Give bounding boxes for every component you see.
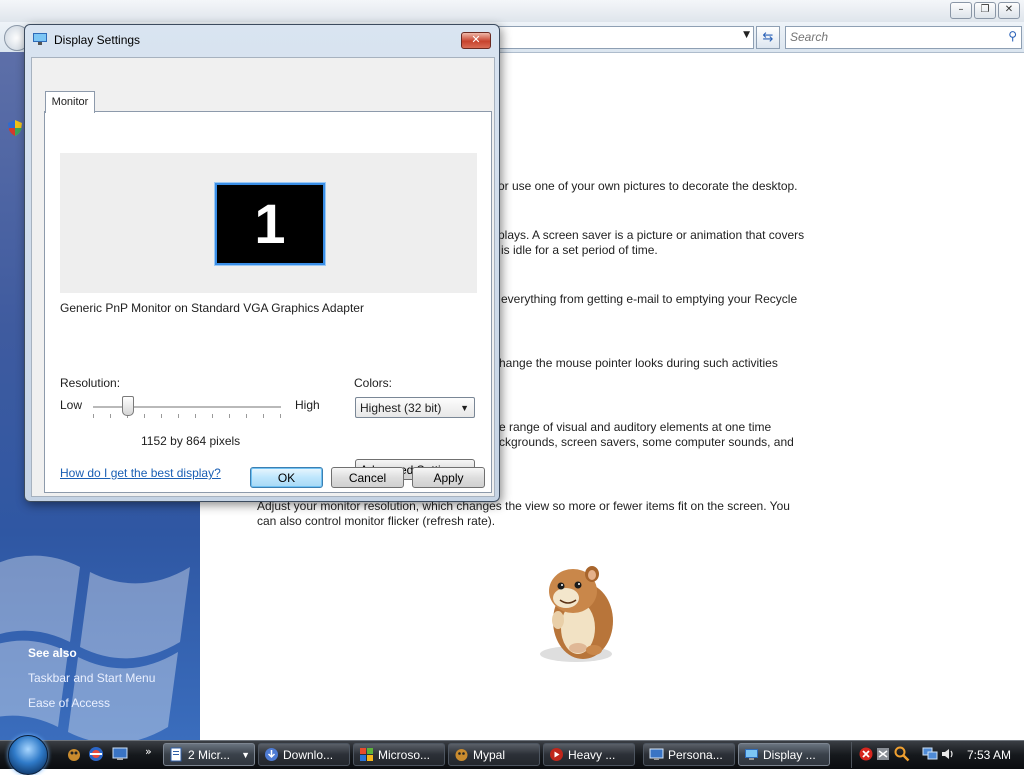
minimize-button[interactable]: – xyxy=(950,2,972,19)
personalize-icon xyxy=(649,748,664,760)
monitor-tab-panel: 1 Generic PnP Monitor on Standard VGA Gr… xyxy=(44,111,492,493)
ok-button[interactable]: OK xyxy=(250,467,323,488)
resolution-label: Resolution: xyxy=(60,376,121,390)
taskbar-button-downloads[interactable]: Downlo... xyxy=(258,743,350,766)
chevron-down-icon: ▼ xyxy=(460,403,469,413)
window-titlebar: – ❐ ✕ xyxy=(0,0,1024,23)
apply-button[interactable]: Apply xyxy=(412,467,485,488)
taskbar-button-display-settings[interactable]: Display ... xyxy=(738,743,830,766)
close-button[interactable]: ✕ xyxy=(461,32,491,49)
system-tray: 7:53 AM xyxy=(851,742,1024,768)
resolution-slider-thumb[interactable] xyxy=(122,396,134,416)
browser-icon xyxy=(455,749,468,761)
security-alert-icon[interactable] xyxy=(859,747,873,761)
show-desktop-icon[interactable] xyxy=(112,746,128,762)
display-settings-dialog: Display Settings ✕ Monitor 1 Generic PnP… xyxy=(24,24,500,502)
display-icon xyxy=(33,33,47,45)
close-button[interactable]: ✕ xyxy=(998,2,1020,19)
shield-icon xyxy=(8,120,22,136)
search-icon[interactable]: ⚲ xyxy=(1008,29,1017,43)
taskbar-button-label: 2 Micr... xyxy=(188,748,231,762)
media-icon xyxy=(550,748,563,761)
taskbar-button-label: Display ... xyxy=(763,748,816,762)
colors-dropdown[interactable]: Highest (32 bit) ▼ xyxy=(355,397,475,418)
cancel-button[interactable]: Cancel xyxy=(331,467,404,488)
taskbar-button-label: Persona... xyxy=(668,748,723,762)
display-settings-description: can also control monitor flicker (refres… xyxy=(257,514,496,528)
office-icon xyxy=(360,748,373,761)
refresh-icon: ⇆ xyxy=(762,30,774,45)
slider-high-label: High xyxy=(295,398,320,412)
quick-launch-app-icon[interactable] xyxy=(66,746,82,762)
content-text: plays. A screen saver is a picture or an… xyxy=(498,228,805,242)
refresh-button[interactable]: ⇆ xyxy=(756,26,780,49)
taskbar-button-mypal[interactable]: Mypal xyxy=(448,743,540,766)
display-icon xyxy=(745,749,758,760)
taskbar: » 2 Micr... ▼ Downlo... Microso... Mypal… xyxy=(0,735,1024,775)
slider-ticks xyxy=(93,414,281,418)
content-text: e range of visual and auditory elements … xyxy=(499,420,772,434)
content-text: is idle for a set period of time. xyxy=(501,243,658,257)
maximize-button[interactable]: ❐ xyxy=(974,2,996,19)
content-text: or use one of your own pictures to decor… xyxy=(498,179,798,193)
tab-monitor[interactable]: Monitor xyxy=(45,91,95,113)
see-also-heading: See also xyxy=(28,646,77,660)
volume-icon[interactable] xyxy=(941,747,955,761)
address-field[interactable]: ▼ xyxy=(496,26,754,49)
taskbar-button-label: Heavy ... xyxy=(568,748,616,762)
system-clock[interactable]: 7:53 AM xyxy=(967,748,1011,762)
best-display-help-link[interactable]: How do I get the best display? xyxy=(60,466,221,480)
content-text: everything from getting e-mail to emptyi… xyxy=(501,292,798,306)
resolution-value: 1152 by 864 pixels xyxy=(141,434,241,448)
network-connection-icon[interactable] xyxy=(922,747,938,761)
documents-icon xyxy=(170,747,182,762)
quick-launch-browser-icon[interactable] xyxy=(88,746,104,762)
search-box[interactable]: ⚲ xyxy=(785,26,1022,49)
colors-selected-value: Highest (32 bit) xyxy=(360,401,442,415)
taskbar-button-personalization[interactable]: Persona... xyxy=(643,743,735,766)
content-text: hange the mouse pointer looks during suc… xyxy=(499,356,778,370)
dialog-title: Display Settings xyxy=(54,33,141,47)
taskbar-button-label: Mypal xyxy=(473,748,506,762)
monitor-description: Generic PnP Monitor on Standard VGA Grap… xyxy=(60,301,364,315)
network-icon[interactable] xyxy=(876,747,890,761)
window-controls: – ❐ ✕ xyxy=(950,2,1020,19)
search-input[interactable] xyxy=(786,27,994,46)
download-icon xyxy=(265,748,278,761)
taskbar-start-menu-link[interactable]: Taskbar and Start Menu xyxy=(28,671,155,685)
magnifier-icon[interactable] xyxy=(894,746,910,762)
hamster-mascot xyxy=(540,566,613,662)
chevron-down-icon: ▼ xyxy=(241,750,250,760)
dialog-titlebar[interactable]: Display Settings ✕ xyxy=(25,25,499,51)
taskbar-button-microsoft[interactable]: Microso... xyxy=(353,743,445,766)
taskbar-button-label: Downlo... xyxy=(283,748,334,762)
content-text: ckgrounds, screen savers, some computer … xyxy=(499,435,794,449)
dialog-body: Monitor 1 Generic PnP Monitor on Standar… xyxy=(31,57,495,497)
ease-of-access-link[interactable]: Ease of Access xyxy=(28,696,110,710)
taskbar-button-heavy[interactable]: Heavy ... xyxy=(543,743,635,766)
quick-launch-overflow-icon[interactable]: » xyxy=(145,745,152,758)
monitor-arrangement-area: 1 xyxy=(60,153,477,293)
colors-label: Colors: xyxy=(354,376,393,390)
chevron-down-icon[interactable]: ▼ xyxy=(743,30,750,40)
start-button[interactable] xyxy=(8,735,48,775)
monitor-1-tile[interactable]: 1 xyxy=(215,183,325,265)
slider-low-label: Low xyxy=(60,398,83,412)
taskbar-button-label: Microso... xyxy=(378,748,431,762)
taskbar-button-documents[interactable]: 2 Micr... ▼ xyxy=(163,743,255,766)
